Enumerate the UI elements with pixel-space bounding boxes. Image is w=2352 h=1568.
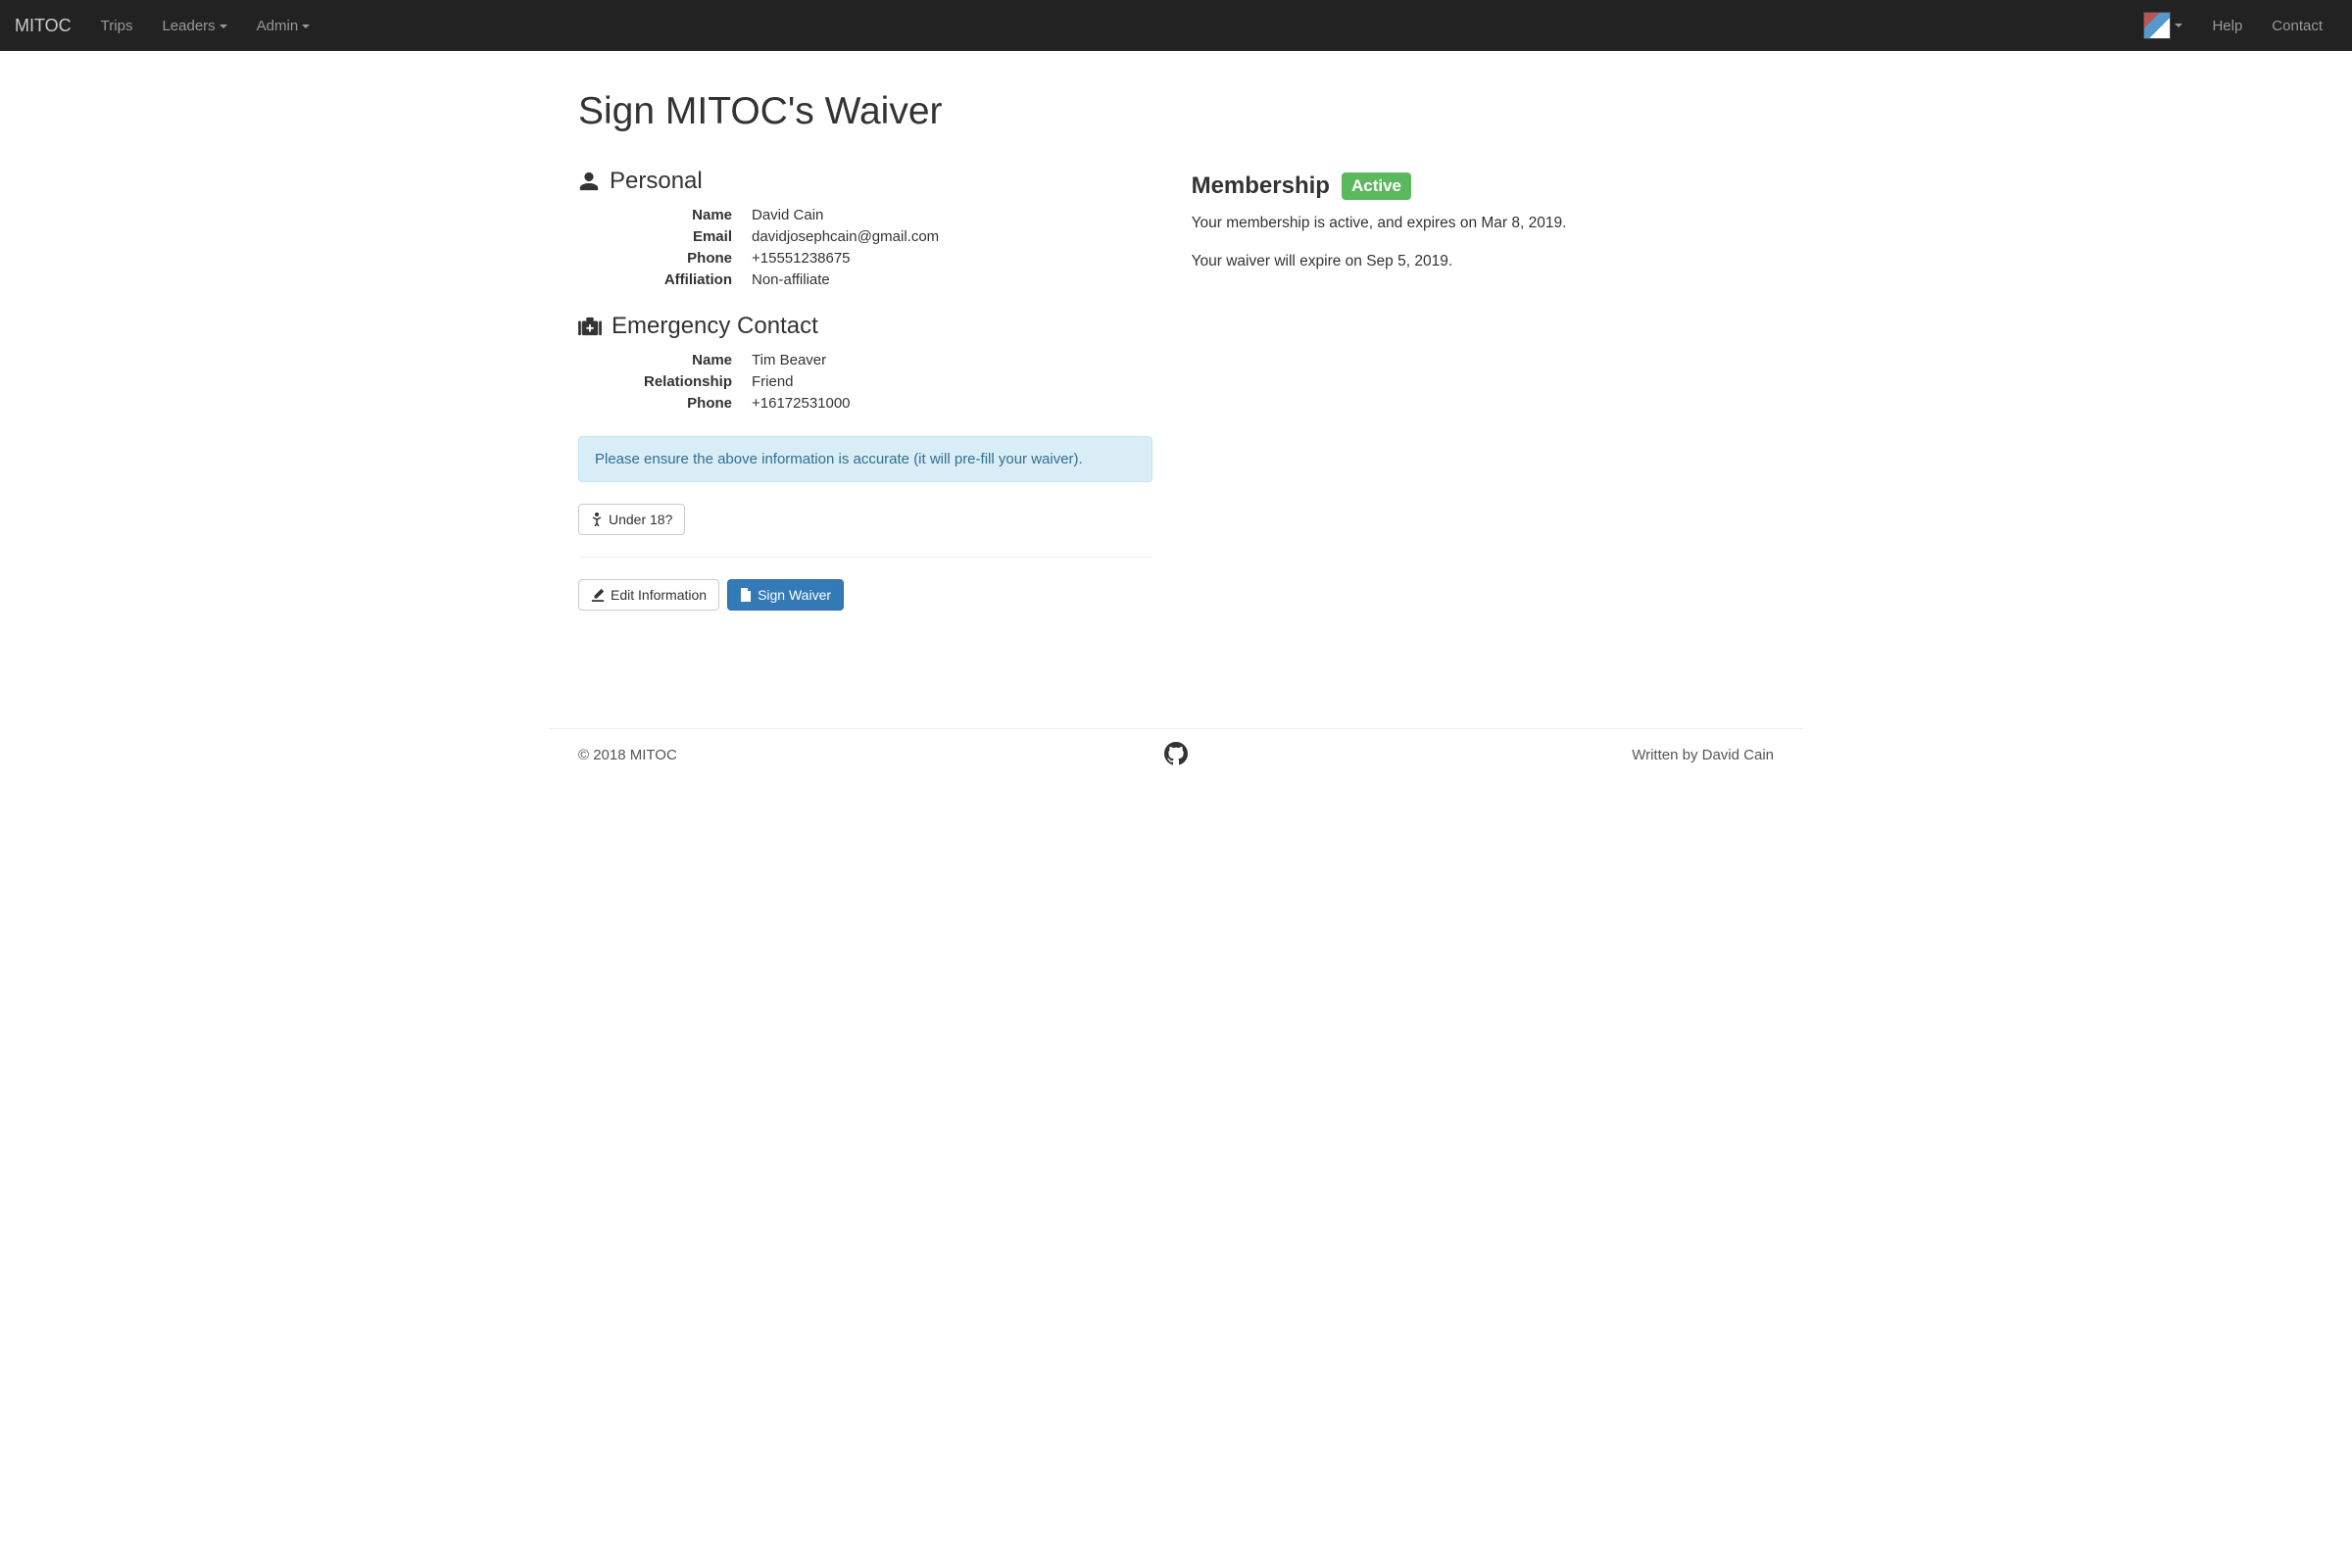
emergency-list: Name Tim Beaver Relationship Friend Phon… <box>578 352 1152 412</box>
nav-right: Help Contact <box>2129 0 2337 51</box>
waiver-expiry-text: Your waiver will expire on Sep 5, 2019. <box>1192 250 1774 272</box>
nav-leaders-label: Leaders <box>162 18 215 34</box>
under-18-button[interactable]: Under 18? <box>578 504 685 535</box>
personal-heading: Personal <box>578 168 1152 195</box>
chevron-down-icon <box>220 24 227 28</box>
nav-leaders[interactable]: Leaders <box>147 0 241 51</box>
medical-kit-icon <box>578 316 602 337</box>
membership-expiry-text: Your membership is active, and expires o… <box>1192 212 1774 234</box>
personal-phone-label: Phone <box>578 250 752 267</box>
personal-name-value: David Cain <box>752 207 1152 223</box>
emergency-heading-text: Emergency Contact <box>612 313 818 340</box>
nav-left: Trips Leaders Admin <box>86 0 325 51</box>
footer: © 2018 MITOC Written by David Cain <box>549 728 1803 793</box>
emergency-relationship-label: Relationship <box>578 373 752 390</box>
edit-icon <box>591 588 605 602</box>
footer-credit: Written by David Cain <box>1632 747 1774 763</box>
emergency-relationship-value: Friend <box>752 373 1152 390</box>
under-18-label: Under 18? <box>609 512 672 527</box>
nav-admin[interactable]: Admin <box>242 0 325 51</box>
avatar <box>2143 12 2171 39</box>
nav-user-menu[interactable] <box>2129 0 2197 51</box>
nav-contact-label: Contact <box>2272 18 2323 34</box>
chevron-down-icon <box>2175 24 2182 27</box>
personal-affiliation-value: Non-affiliate <box>752 271 1152 288</box>
status-badge: Active <box>1342 172 1411 200</box>
personal-email-label: Email <box>578 228 752 245</box>
emergency-phone-label: Phone <box>578 395 752 412</box>
personal-email-value: davidjosephcain@gmail.com <box>752 228 1152 245</box>
personal-name-label: Name <box>578 207 752 223</box>
document-icon <box>740 588 752 602</box>
nav-trips-label: Trips <box>101 18 133 34</box>
emergency-name-value: Tim Beaver <box>752 352 1152 368</box>
nav-contact[interactable]: Contact <box>2257 0 2337 51</box>
sign-waiver-button[interactable]: Sign Waiver <box>727 579 844 611</box>
right-column: Membership Active Your membership is act… <box>1192 168 1774 611</box>
membership-heading: Membership Active <box>1192 172 1774 200</box>
personal-phone-value: +15551238675 <box>752 250 1152 267</box>
footer-copyright: © 2018 MITOC <box>578 747 677 763</box>
chevron-down-icon <box>302 24 310 28</box>
left-column: Personal Name David Cain Email davidjose… <box>578 168 1152 611</box>
emergency-heading: Emergency Contact <box>578 313 1152 340</box>
main-container: Sign MITOC's Waiver Personal Name David … <box>549 51 1803 650</box>
brand-link[interactable]: MITOC <box>15 16 86 36</box>
github-icon <box>1164 742 1188 765</box>
content-row: Personal Name David Cain Email davidjose… <box>578 168 1774 611</box>
nav-admin-label: Admin <box>257 18 299 34</box>
membership-heading-text: Membership <box>1192 172 1330 200</box>
edit-information-button[interactable]: Edit Information <box>578 579 719 611</box>
top-navbar: MITOC Trips Leaders Admin Help Contact <box>0 0 2352 51</box>
emergency-phone-value: +16172531000 <box>752 395 1152 412</box>
nav-help[interactable]: Help <box>2197 0 2257 51</box>
github-link[interactable] <box>1164 742 1188 769</box>
personal-list: Name David Cain Email davidjosephcain@gm… <box>578 207 1152 288</box>
child-icon <box>591 513 603 526</box>
sign-waiver-label: Sign Waiver <box>758 587 831 603</box>
nav-help-label: Help <box>2212 18 2242 34</box>
accuracy-alert: Please ensure the above information is a… <box>578 436 1152 482</box>
personal-affiliation-label: Affiliation <box>578 271 752 288</box>
nav-trips[interactable]: Trips <box>86 0 148 51</box>
divider <box>578 557 1152 558</box>
action-buttons: Edit Information Sign Waiver <box>578 579 1152 611</box>
personal-heading-text: Personal <box>610 168 703 195</box>
person-icon <box>578 171 600 192</box>
emergency-name-label: Name <box>578 352 752 368</box>
page-title: Sign MITOC's Waiver <box>578 90 1774 133</box>
edit-information-label: Edit Information <box>611 587 707 603</box>
